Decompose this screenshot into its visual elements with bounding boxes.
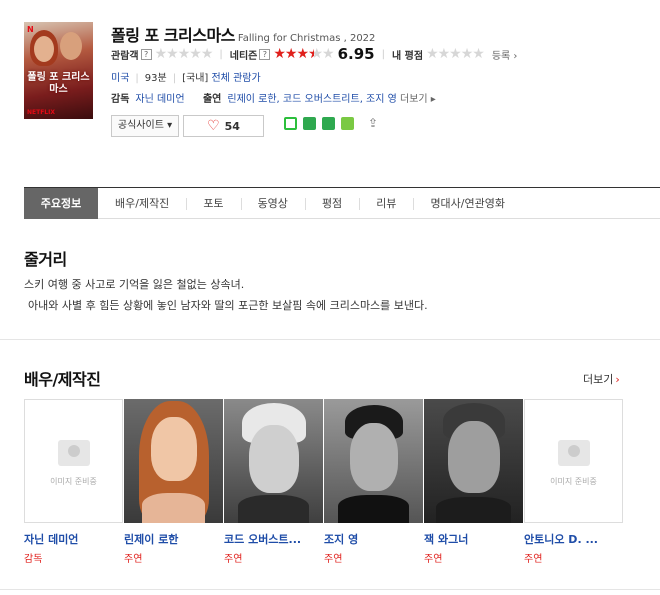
synopsis-line-1: 스키 여행 중 사고로 기억을 잃은 철없는 상속녀. bbox=[24, 278, 245, 291]
tab-photo[interactable]: 포토 bbox=[186, 188, 240, 219]
tab-cast-crew[interactable]: 배우/제작진 bbox=[98, 188, 186, 219]
cast-list: 이미지 준비중 자닌 데미언 감독 린제이 로한 주연 코드 오버스트... 주… bbox=[24, 399, 624, 565]
help-icon[interactable]: ? bbox=[140, 48, 152, 60]
my-rating-label: 내 평점 bbox=[391, 50, 424, 62]
cast-photo[interactable] bbox=[324, 399, 423, 523]
tab-video[interactable]: 동영상 bbox=[240, 188, 305, 219]
cast-list-link[interactable]: 린제이 로한, 코드 오버스트리트, 조지 영 bbox=[227, 94, 396, 105]
netflix-logo: N bbox=[27, 25, 34, 34]
cast-photo[interactable] bbox=[124, 399, 223, 523]
poster-title: 폴링 포 크리스마스 bbox=[27, 72, 90, 95]
audience-rating-label: 관람객 bbox=[111, 50, 139, 62]
blog-share-icon[interactable] bbox=[341, 117, 354, 130]
cast-card[interactable]: 코드 오버스트... 주연 bbox=[224, 399, 323, 565]
cast-name[interactable]: 안토니오 D. ... bbox=[524, 531, 623, 547]
tab-quotes-related[interactable]: 명대사/연관영화 bbox=[413, 188, 522, 219]
tab-review[interactable]: 리뷰 bbox=[359, 188, 413, 219]
official-site-button[interactable]: 공식사이트 ▾ bbox=[111, 115, 179, 137]
heart-icon: ♡ bbox=[207, 118, 220, 134]
cast-name[interactable]: 잭 와그너 bbox=[424, 531, 523, 547]
cast-card[interactable]: 잭 와그너 주연 bbox=[424, 399, 523, 565]
chevron-right-icon: › bbox=[615, 373, 620, 386]
share-icon[interactable]: ⇪ bbox=[368, 117, 383, 130]
like-count: 54 bbox=[224, 119, 240, 133]
crew-row: 감독 자닌 데미언 출연 린제이 로한, 코드 오버스트리트, 조지 영 더보기 ▸ bbox=[111, 90, 436, 105]
chevron-right-icon: › bbox=[510, 50, 518, 62]
synopsis-title: 줄거리 bbox=[24, 250, 67, 269]
movie-title[interactable]: 폴링 포 크리스마스 bbox=[111, 26, 235, 45]
rating-row: 관람객 ? ★★★★★ | 네티즌 ? ★★★★★★ 6.95 | 내 평점 ★… bbox=[111, 45, 518, 63]
cast-photo[interactable] bbox=[424, 399, 523, 523]
section-divider bbox=[0, 589, 660, 590]
cast-label: 출연 bbox=[202, 94, 222, 105]
tab-rating[interactable]: 평점 bbox=[304, 188, 359, 219]
synopsis-text: 스키 여행 중 사고로 기억을 잃은 철없는 상속녀. 아내와 사별 후 힘든 … bbox=[24, 274, 428, 316]
cast-role: 감독 bbox=[24, 554, 43, 565]
cast-card[interactable]: 이미지 준비중 안토니오 D. ... 주연 bbox=[524, 399, 623, 565]
cast-role: 주연 bbox=[524, 554, 543, 565]
synopsis-line-2: 아내와 사별 후 힘든 상황에 놓인 남자와 딸의 포근한 보살핌 속에 크리스… bbox=[28, 299, 428, 312]
like-button[interactable]: ♡ 54 bbox=[183, 115, 264, 137]
main-tabs: 주요정보 배우/제작진 포토 동영상 평점 리뷰 명대사/연관영화 bbox=[24, 187, 660, 219]
cast-name[interactable]: 린제이 로한 bbox=[124, 531, 223, 547]
section-divider bbox=[0, 339, 660, 340]
title-row: 폴링 포 크리스마스 Falling for Christmas , 2022 bbox=[111, 22, 375, 46]
cast-name[interactable]: 코드 오버스트... bbox=[224, 531, 323, 547]
cast-name[interactable]: 조지 영 bbox=[324, 531, 423, 547]
help-icon[interactable]: ? bbox=[259, 48, 271, 60]
tab-main-info[interactable]: 주요정보 bbox=[24, 188, 98, 219]
dropdown-arrow-icon: ▾ bbox=[163, 120, 173, 131]
my-rating-stars[interactable]: ★★★★★ bbox=[426, 47, 485, 61]
movie-info-row: 미국 | 93분 | [국내] 전체 관람가 bbox=[111, 73, 261, 84]
cast-section-more-link[interactable]: 더보기 › bbox=[583, 371, 620, 387]
age-rating-link[interactable]: 전체 관람가 bbox=[211, 73, 260, 84]
cast-role: 주연 bbox=[224, 554, 243, 565]
share-icons: ⇪ bbox=[284, 117, 383, 130]
director-link[interactable]: 자닌 데미언 bbox=[135, 94, 184, 105]
netizen-stars: ★★★★★★ bbox=[273, 46, 334, 62]
cast-card[interactable]: 이미지 준비중 자닌 데미언 감독 bbox=[24, 399, 123, 565]
rating-prefix: [국내] bbox=[182, 73, 209, 84]
cast-section-title: 배우/제작진 bbox=[24, 370, 101, 389]
audience-stars: ★★★★★ bbox=[154, 46, 214, 62]
cast-photo[interactable] bbox=[224, 399, 323, 523]
cast-more-link[interactable]: 더보기 ▸ bbox=[400, 94, 436, 105]
movie-original-title: Falling for Christmas , 2022 bbox=[237, 33, 376, 44]
band-share-icon[interactable] bbox=[303, 117, 316, 130]
runtime: 93분 bbox=[144, 73, 167, 84]
cast-photo-placeholder[interactable]: 이미지 준비중 bbox=[24, 399, 123, 523]
cast-role: 주연 bbox=[424, 554, 443, 565]
netflix-wordmark: NETFLIX bbox=[27, 109, 55, 116]
country-link[interactable]: 미국 bbox=[111, 73, 129, 84]
cast-photo-placeholder[interactable]: 이미지 준비중 bbox=[524, 399, 623, 523]
cast-name[interactable]: 자닌 데미언 bbox=[24, 531, 123, 547]
netizen-rating-label: 네티즌 bbox=[229, 50, 258, 62]
cast-role: 주연 bbox=[124, 554, 143, 565]
cast-card[interactable]: 조지 영 주연 bbox=[324, 399, 423, 565]
cast-card[interactable]: 린제이 로한 주연 bbox=[124, 399, 223, 565]
line-share-icon[interactable] bbox=[284, 117, 297, 130]
director-label: 감독 bbox=[111, 94, 130, 105]
movie-poster[interactable]: N 폴링 포 크리스마스 NETFLIX bbox=[24, 22, 93, 119]
netizen-score: 6.95 bbox=[337, 45, 375, 63]
chevron-right-icon: ▸ bbox=[427, 94, 436, 105]
cast-role: 주연 bbox=[324, 554, 343, 565]
no-image-icon bbox=[58, 440, 90, 466]
no-image-icon bbox=[558, 440, 590, 466]
register-rating-link[interactable]: 등록 › bbox=[492, 47, 518, 62]
bookmark-share-icon[interactable] bbox=[322, 117, 335, 130]
